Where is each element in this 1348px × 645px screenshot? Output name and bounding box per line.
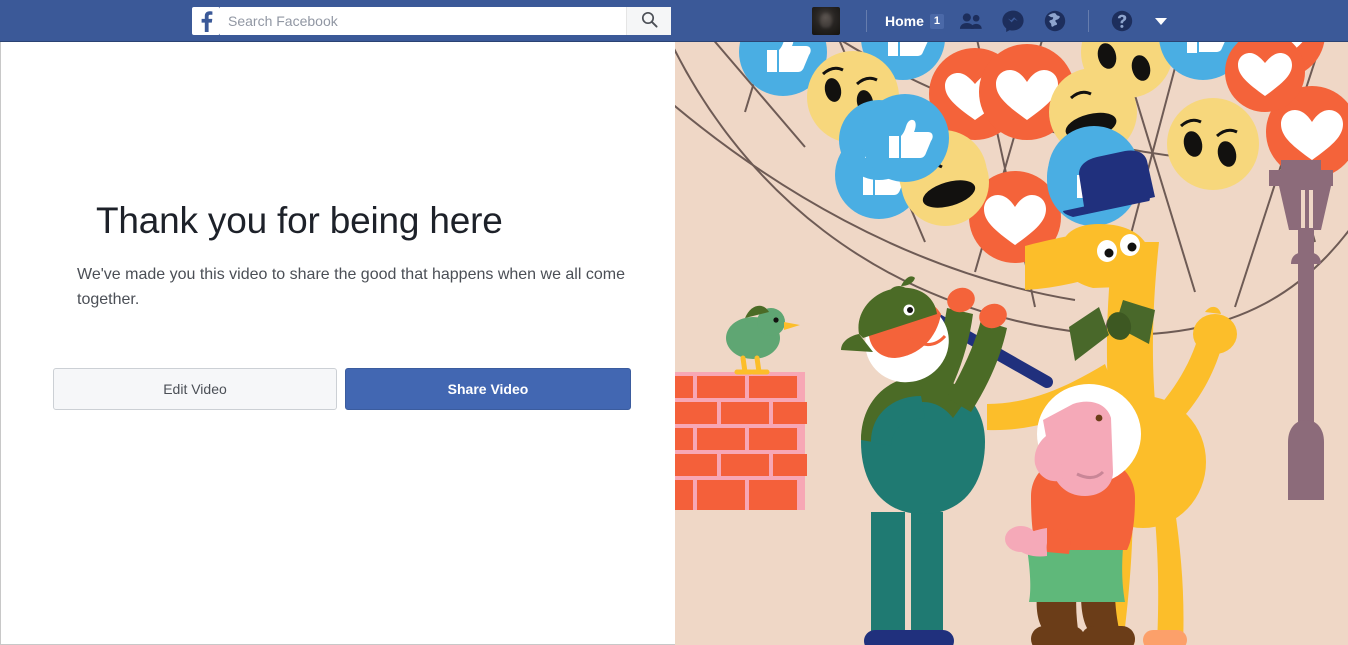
search-button[interactable] [626,7,671,35]
action-buttons: Edit Video Share Video [53,368,643,411]
avatar[interactable] [812,7,840,35]
facebook-top-navigation-bar: Home 1 [0,0,1348,42]
share-video-button[interactable]: Share Video [345,368,631,411]
celebration-illustration-panel [675,42,1348,645]
home-label: Home [885,13,924,29]
header-left-group [192,7,671,35]
page-description: We've made you this video to share the g… [77,266,625,308]
help-icon[interactable] [1106,6,1138,36]
edit-video-button[interactable]: Edit Video [53,368,337,411]
search-bar[interactable] [220,7,671,35]
notifications-icon[interactable] [1039,6,1071,36]
account-menu-button[interactable] [1149,8,1173,34]
messages-icon[interactable] [997,6,1029,36]
brick-wall [675,372,807,510]
friends-day-celebration-illustration [675,42,1348,645]
reaction-haha [1167,98,1259,190]
search-icon [641,11,658,31]
home-badge-count: 1 [929,13,944,29]
header-divider-2 [1087,10,1089,32]
header-right-group: Home 1 [812,0,1173,42]
facebook-f-logo[interactable] [192,7,220,35]
facebook-video-share-page: Home 1 [0,0,1348,645]
header-divider-1 [866,10,867,32]
chevron-down-icon [1154,17,1167,25]
home-nav-link[interactable]: Home 1 [879,9,950,33]
video-message-panel: Thank you for being here We've made you … [0,42,675,645]
search-input[interactable] [228,8,628,34]
message-content: Thank you for being here We've made you … [53,200,643,411]
friend-requests-icon[interactable] [955,6,987,36]
page-title: Thank you for being here [96,200,503,241]
reaction-like [861,94,949,182]
